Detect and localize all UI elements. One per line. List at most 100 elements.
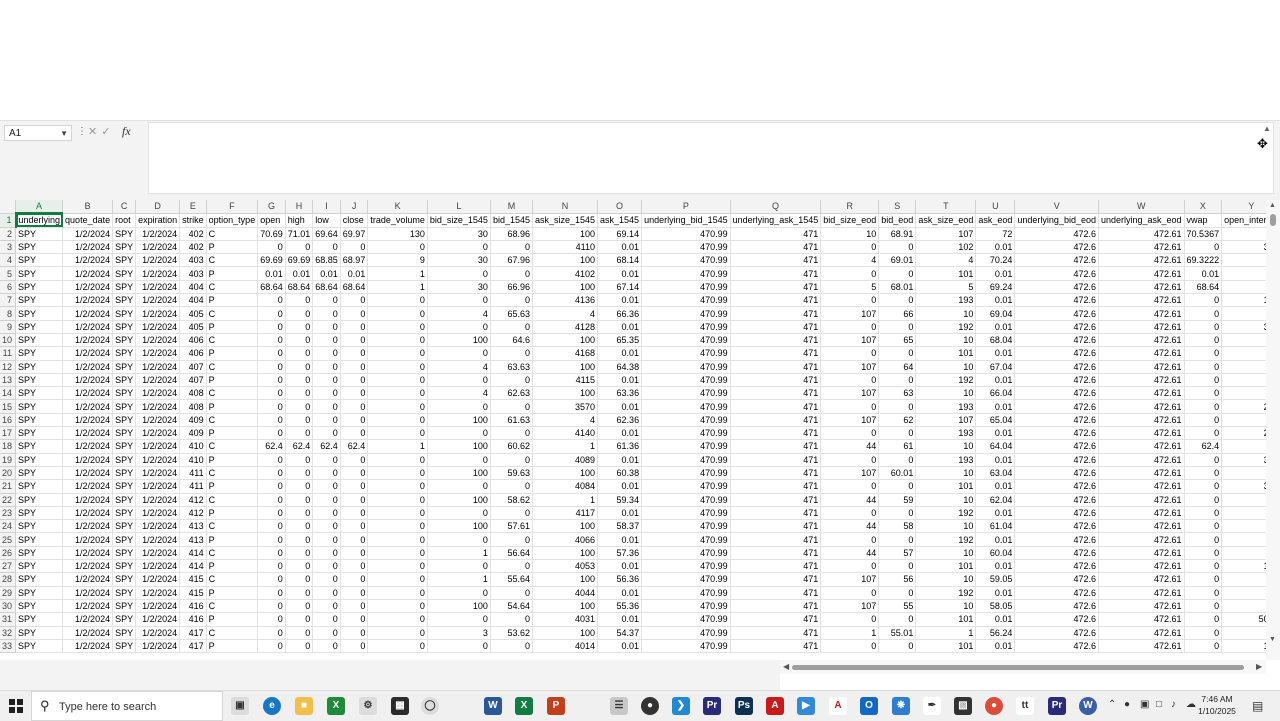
data-cell[interactable]: 472.61 [1098, 586, 1185, 600]
header-cell[interactable]: underlying_ask_eod [1098, 213, 1185, 228]
header-cell[interactable]: underlying_bid_1545 [641, 213, 731, 228]
data-cell[interactable]: 471 [730, 280, 822, 295]
data-cell[interactable]: SPY [15, 227, 64, 241]
data-cell[interactable]: 0 [427, 479, 491, 494]
data-cell[interactable]: SPY [15, 293, 64, 308]
data-cell[interactable]: SPY [15, 626, 64, 640]
data-cell[interactable]: 0 [285, 306, 314, 321]
data-cell[interactable]: 100 [532, 253, 599, 268]
data-cell[interactable]: 472.61 [1098, 559, 1185, 574]
data-cell[interactable]: SPY [112, 227, 137, 241]
data-cell[interactable]: 0 [878, 266, 917, 281]
data-cell[interactable]: 1/2/2024 [135, 399, 181, 414]
data-cell[interactable]: 1/2/2024 [62, 360, 114, 374]
data-cell[interactable]: 0 [1184, 506, 1223, 521]
data-cell[interactable]: 472.61 [1098, 386, 1185, 401]
data-cell[interactable]: 0 [257, 599, 286, 614]
data-cell[interactable]: 1/2/2024 [62, 266, 114, 281]
data-cell[interactable]: 0 [367, 346, 428, 361]
data-cell[interactable]: 100 [532, 626, 599, 640]
data-cell[interactable]: 0 [312, 346, 341, 361]
data-cell[interactable]: SPY [112, 240, 137, 255]
data-cell[interactable]: 0.01 [597, 293, 643, 308]
data-cell[interactable]: 4110 [532, 240, 599, 255]
data-cell[interactable]: 0.01 [597, 346, 643, 361]
data-cell[interactable]: 470.99 [641, 266, 731, 281]
row-header[interactable]: 26 [0, 546, 17, 561]
data-cell[interactable]: SPY [112, 479, 137, 494]
column-header-j[interactable]: J [340, 200, 369, 214]
row-header[interactable]: 15 [0, 399, 17, 414]
data-cell[interactable]: 471 [730, 586, 822, 600]
data-cell[interactable]: 472.6 [1014, 386, 1099, 401]
data-cell[interactable]: SPY [112, 306, 137, 321]
data-cell[interactable]: P [206, 453, 259, 467]
data-cell[interactable]: P [206, 240, 259, 255]
data-cell[interactable]: 0 [820, 426, 880, 441]
data-cell[interactable]: 62.63 [490, 386, 533, 401]
data-cell[interactable]: 410 [179, 439, 207, 454]
data-cell[interactable]: 472.61 [1098, 626, 1185, 640]
data-cell[interactable]: 1 [1221, 466, 1266, 481]
vertical-scrollbar[interactable]: ▲ ▼ [1266, 200, 1280, 660]
data-cell[interactable]: 55.64 [490, 572, 533, 587]
column-header-s[interactable]: S [878, 200, 917, 214]
data-cell[interactable]: 65.35 [597, 333, 643, 348]
data-cell[interactable]: SPY [112, 253, 137, 268]
data-cell[interactable]: 472.61 [1098, 453, 1185, 467]
data-cell[interactable]: 0 [367, 320, 428, 334]
data-cell[interactable]: 0 [427, 346, 491, 361]
name-box[interactable]: A1 ▼ [4, 125, 72, 141]
data-cell[interactable]: 1/2/2024 [62, 306, 114, 321]
data-cell[interactable]: 0 [427, 453, 491, 467]
data-cell[interactable]: 471 [730, 227, 822, 241]
data-cell[interactable]: SPY [112, 493, 137, 507]
data-cell[interactable]: 472.6 [1014, 240, 1099, 255]
data-cell[interactable]: 100 [532, 466, 599, 481]
data-cell[interactable]: 472.61 [1098, 493, 1185, 507]
notification-icon[interactable]: ▤ [1252, 699, 1263, 713]
data-cell[interactable]: 0 [878, 586, 917, 600]
data-cell[interactable]: 0 [312, 572, 341, 587]
data-cell[interactable]: 69.01 [878, 253, 917, 268]
data-cell[interactable]: 68.64 [340, 280, 369, 295]
row-header[interactable]: 8 [0, 306, 17, 321]
data-cell[interactable]: 470.99 [641, 293, 731, 308]
data-cell[interactable]: 0 [257, 612, 286, 627]
data-cell[interactable]: 471 [730, 346, 822, 361]
data-cell[interactable]: 107 [820, 413, 880, 428]
data-cell[interactable]: 0 [340, 599, 369, 614]
data-cell[interactable]: 1 [1221, 227, 1266, 241]
data-cell[interactable]: 4128 [532, 320, 599, 334]
header-cell[interactable]: ask_size_eod [915, 213, 977, 228]
data-cell[interactable]: 4102 [532, 266, 599, 281]
data-cell[interactable]: SPY [15, 559, 64, 574]
data-cell[interactable]: 66 [878, 306, 917, 321]
row-header[interactable]: 21 [0, 479, 17, 494]
data-cell[interactable]: 0 [285, 546, 314, 561]
data-cell[interactable]: 0 [312, 240, 341, 255]
data-cell[interactable]: 1 [367, 439, 428, 454]
data-cell[interactable]: 0.01 [975, 586, 1016, 600]
row-header[interactable]: 28 [0, 572, 17, 587]
data-cell[interactable]: 4014 [532, 639, 599, 654]
data-cell[interactable]: 0 [285, 360, 314, 374]
data-cell[interactable]: 470.99 [641, 639, 731, 654]
data-cell[interactable]: 30 [427, 253, 491, 268]
data-cell[interactable]: 65.04 [975, 413, 1016, 428]
data-cell[interactable]: 470.99 [641, 519, 731, 534]
data-cell[interactable]: 192 [915, 532, 977, 547]
data-cell[interactable]: SPY [15, 639, 64, 654]
data-cell[interactable]: 0 [312, 386, 341, 401]
data-cell[interactable]: P [206, 293, 259, 308]
data-cell[interactable]: 62.4 [1184, 439, 1223, 454]
data-cell[interactable]: C [206, 493, 259, 507]
data-cell[interactable]: 192 [915, 320, 977, 334]
data-cell[interactable]: 0 [367, 413, 428, 428]
data-cell[interactable]: 472.61 [1098, 399, 1185, 414]
data-cell[interactable]: 0 [257, 320, 286, 334]
data-cell[interactable]: P [206, 373, 259, 388]
data-cell[interactable]: 4 [820, 253, 880, 268]
data-cell[interactable]: 471 [730, 519, 822, 534]
data-cell[interactable]: 472.6 [1014, 253, 1099, 268]
